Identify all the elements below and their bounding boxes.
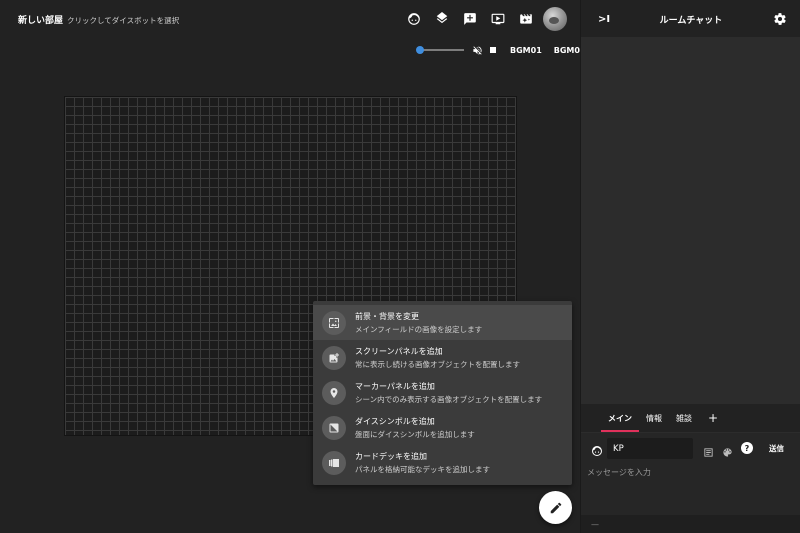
menu-item-title: ダイスシンボルを追加 xyxy=(355,416,435,426)
menu-item-desc: メインフィールドの画像を設定します xyxy=(355,324,483,334)
place-icon xyxy=(322,380,346,405)
top-toolbar xyxy=(400,9,540,29)
settings-gear-icon[interactable] xyxy=(773,11,787,25)
chat-footer: — xyxy=(581,515,800,533)
list-icon[interactable] xyxy=(703,443,714,457)
main-field: 新しい部屋 クリックしてダイスボットを選択 BGM01 BGM02 前景・背景を… xyxy=(0,0,586,533)
deck-icon xyxy=(322,450,346,475)
face-icon[interactable] xyxy=(400,9,428,29)
chat-title: ルームチャット xyxy=(659,16,723,26)
room-chat-panel: >I ルームチャット メイン 情報 雑談 + KP ? 送信 メッセージを入力 … xyxy=(580,0,800,533)
volume-track xyxy=(420,49,464,51)
layers-icon[interactable] xyxy=(428,9,456,29)
user-avatar[interactable] xyxy=(543,7,567,31)
menu-item-title: 前景・背景を変更 xyxy=(355,311,419,321)
menu-item-title: スクリーンパネルを追加 xyxy=(355,346,443,356)
tab-info[interactable]: 情報 xyxy=(639,404,669,432)
menu-item-desc: 盤面にダイスシンボルを追加します xyxy=(355,429,475,439)
menu-item-add-dice-symbol[interactable]: ダイスシンボルを追加 盤面にダイスシンボルを追加します xyxy=(313,410,572,445)
menu-item-title: カードデッキを追加 xyxy=(355,451,427,461)
volume-slider[interactable] xyxy=(414,43,464,57)
character-face-icon[interactable] xyxy=(591,442,603,456)
send-button[interactable]: 送信 xyxy=(769,443,784,454)
add-comment-icon[interactable] xyxy=(456,9,484,29)
menu-item-add-marker-panel[interactable]: マーカーパネルを追加 シーン内でのみ表示する画像オブジェクトを配置します xyxy=(313,375,572,410)
stop-icon[interactable] xyxy=(484,47,502,53)
help-icon[interactable]: ? xyxy=(741,442,753,454)
bgm01-button[interactable]: BGM01 xyxy=(510,46,542,55)
menu-item-title: マーカーパネルを追加 xyxy=(355,381,435,391)
chat-log[interactable] xyxy=(581,37,800,403)
edit-icon xyxy=(550,502,561,513)
menu-item-desc: 常に表示し続ける画像オブジェクトを配置します xyxy=(355,359,520,369)
menu-item-add-card-deck[interactable]: カードデッキを追加 パネルを格納可能なデッキを追加します xyxy=(313,445,572,480)
volume-thumb[interactable] xyxy=(416,46,424,54)
tab-main[interactable]: メイン xyxy=(601,404,639,432)
menu-item-desc: パネルを格納可能なデッキを追加します xyxy=(355,464,490,474)
edit-fab-button[interactable] xyxy=(539,491,572,524)
slideshow-icon[interactable] xyxy=(484,9,512,29)
chat-tab-bar: メイン 情報 雑談 + xyxy=(581,404,800,432)
wallpaper-icon xyxy=(322,310,346,335)
speed-dial-menu: 前景・背景を変更 メインフィールドの画像を設定します スクリーンパネルを追加 常… xyxy=(313,301,572,485)
chat-sender-row: KP ? 送信 xyxy=(581,433,800,463)
volume-off-icon[interactable] xyxy=(470,43,484,57)
chat-header: >I ルームチャット xyxy=(581,0,800,37)
palette-icon[interactable] xyxy=(722,443,733,457)
room-name[interactable]: 新しい部屋 xyxy=(18,13,63,26)
menu-item-desc: シーン内でのみ表示する画像オブジェクトを配置します xyxy=(355,394,543,404)
menu-item-change-background[interactable]: 前景・背景を変更 メインフィールドの画像を設定します xyxy=(313,305,572,340)
menu-item-add-screen-panel[interactable]: スクリーンパネルを追加 常に表示し続ける画像オブジェクトを配置します xyxy=(313,340,572,375)
message-input[interactable] xyxy=(581,463,800,515)
dicebot-hint[interactable]: クリックしてダイスボットを選択 xyxy=(67,15,179,26)
add-tab-button[interactable]: + xyxy=(699,404,725,432)
room-title-bar[interactable]: 新しい部屋 クリックしてダイスボットを選択 xyxy=(18,13,179,26)
movie-filter-icon[interactable] xyxy=(512,9,540,29)
app-root: 新しい部屋 クリックしてダイスボットを選択 BGM01 BGM02 前景・背景を… xyxy=(0,0,800,533)
dice-icon xyxy=(322,415,346,440)
add-photo-icon xyxy=(322,345,346,370)
bgm-controls: BGM01 BGM02 xyxy=(414,43,586,57)
tab-chatter[interactable]: 雑談 xyxy=(669,404,699,432)
character-name-field[interactable]: KP xyxy=(607,438,693,459)
